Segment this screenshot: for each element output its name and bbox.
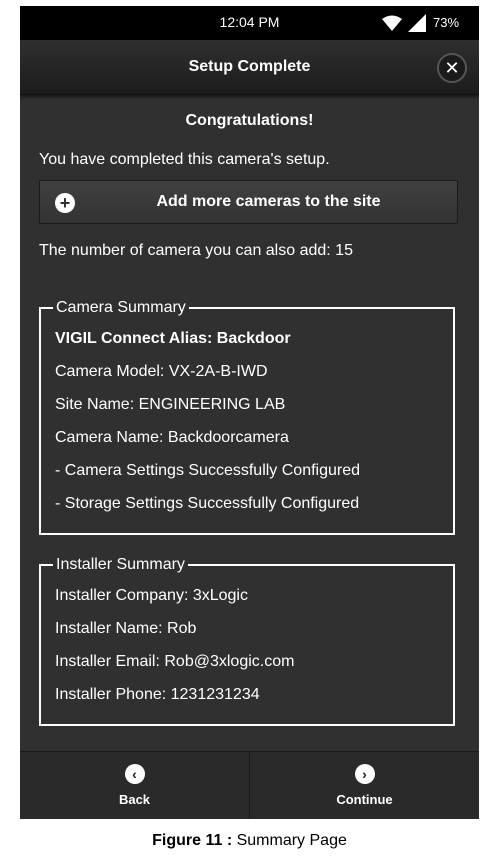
congrats-heading: Congratulations!: [185, 112, 314, 129]
installer-summary-box: Installer Summary Installer Company: 3xL…: [39, 556, 455, 726]
footer-nav: ‹ Back › Continue: [20, 751, 479, 819]
page-title: Setup Complete: [188, 58, 311, 75]
camera-alias: VIGIL Connect Alias: Backdoor: [55, 330, 291, 347]
signal-icon: [408, 14, 426, 32]
header-bar: Setup Complete ✕: [20, 40, 479, 95]
storage-settings-status: - Storage Settings Successfully Configur…: [55, 495, 360, 512]
status-bar: 12:04 PM 73%: [20, 6, 479, 40]
continue-button[interactable]: › Continue: [250, 752, 479, 819]
continue-label: Continue: [336, 792, 393, 807]
installer-phone: Installer Phone: 1231231234: [55, 686, 260, 703]
figure-caption-text: Summary Page: [232, 832, 347, 849]
camera-model: Camera Model: VX-2A-B-IWD: [55, 363, 268, 380]
chevron-left-icon: ‹: [124, 764, 145, 784]
camera-count-text: The number of camera you can also add: 1…: [39, 242, 353, 259]
plus-icon: +: [55, 193, 75, 213]
add-cameras-button[interactable]: + Add more cameras to the site: [39, 180, 458, 224]
camera-settings-status: - Camera Settings Successfully Configure…: [55, 462, 361, 479]
phone-screen: 12:04 PM 73% Setup Complete ✕ Congratula…: [20, 6, 479, 819]
installer-summary-legend: Installer Summary: [53, 556, 188, 574]
installer-email: Installer Email: Rob@3xlogic.com: [55, 653, 295, 670]
back-button[interactable]: ‹ Back: [20, 752, 250, 819]
installer-name: Installer Name: Rob: [55, 620, 197, 637]
add-cameras-label: Add more cameras to the site: [156, 193, 381, 210]
installer-company: Installer Company: 3xLogic: [55, 587, 248, 604]
completed-message: You have completed this camera's setup.: [39, 151, 330, 168]
wifi-icon: [382, 15, 402, 31]
camera-summary-legend: Camera Summary: [53, 299, 189, 317]
close-button[interactable]: ✕: [437, 53, 467, 83]
back-label: Back: [118, 792, 151, 807]
figure-caption: Figure 11 : Summary Page: [0, 832, 499, 850]
battery-level: 73%: [433, 15, 460, 30]
figure-caption-label: Figure 11 :: [152, 832, 233, 849]
camera-name: Camera Name: Backdoorcamera: [55, 429, 289, 446]
chevron-right-icon: ›: [354, 764, 375, 784]
site-name: Site Name: ENGINEERING LAB: [55, 396, 286, 413]
close-icon: ✕: [444, 58, 460, 78]
camera-summary-box: Camera Summary VIGIL Connect Alias: Back…: [39, 299, 455, 535]
